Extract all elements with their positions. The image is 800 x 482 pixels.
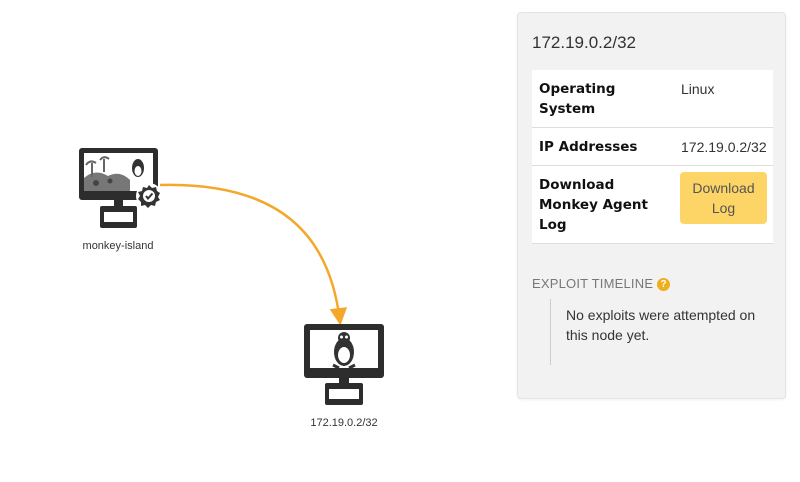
row-key-ip: IP Addresses: [532, 127, 669, 166]
panel-title: 172.19.0.2/32: [532, 33, 636, 52]
table-row: IP Addresses 172.19.0.2/32: [532, 127, 773, 166]
exploit-timeline-title: EXPLOIT TIMELINE?: [532, 276, 671, 291]
node-target[interactable]: [304, 324, 384, 405]
node-details-panel: 172.19.0.2/32 Operating System Linux IP …: [517, 12, 786, 399]
network-map[interactable]: monkey-island 172.19.0.2/32: [0, 0, 500, 482]
row-value-ip: 172.19.0.2/32: [669, 127, 773, 166]
monitor-island-icon: [79, 148, 162, 228]
row-key-os: Operating System: [532, 70, 669, 128]
timeline-message: No exploits were attempted on this node …: [566, 307, 756, 343]
node-info-table: Operating System Linux IP Addresses 172.…: [532, 70, 773, 244]
row-value-os: Linux: [669, 70, 773, 128]
help-icon[interactable]: ?: [657, 278, 671, 291]
row-value-log: Download Log: [669, 165, 773, 244]
node-monkey-island[interactable]: [79, 148, 162, 228]
monitor-linux-icon: [304, 324, 384, 405]
exploit-edge[interactable]: [159, 183, 348, 326]
node-label-island: monkey-island: [82, 240, 154, 252]
node-label-target: 172.19.0.2/32: [310, 417, 378, 429]
row-key-log: Download Monkey Agent Log: [532, 165, 669, 244]
download-log-button[interactable]: Download Log: [680, 172, 767, 224]
exploit-timeline-label: EXPLOIT TIMELINE: [532, 276, 654, 291]
table-row: Download Monkey Agent Log Download Log: [532, 165, 773, 244]
timeline-line: [550, 299, 551, 365]
table-row: Operating System Linux: [532, 70, 773, 128]
